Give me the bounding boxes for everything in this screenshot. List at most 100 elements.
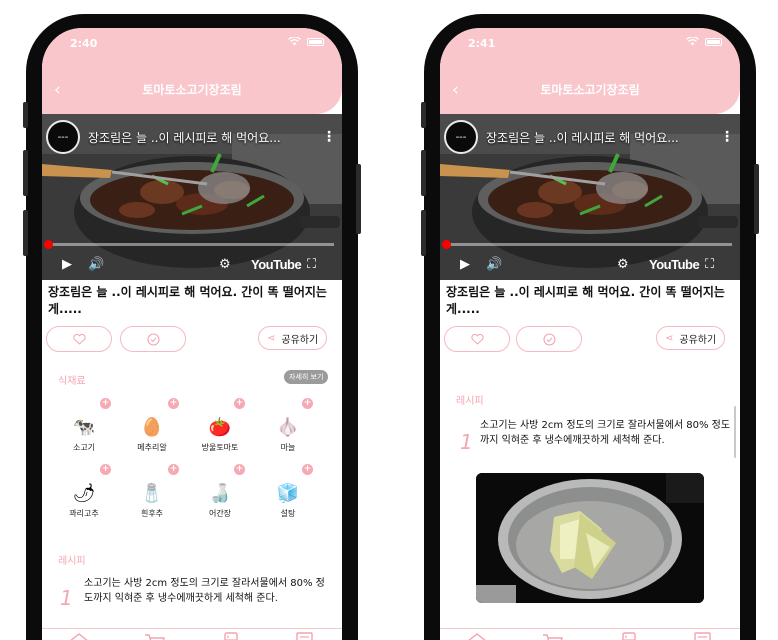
sugar-cube-icon: 🧊 — [276, 483, 300, 504]
recipe-heading: 레시피 — [58, 556, 86, 567]
like-button[interactable] — [444, 326, 510, 352]
ingredient-item[interactable]: 🐄 소고기 — [54, 416, 114, 453]
screen-left: 2:40 ‹ 토마토소고기장조림 --- 장조림은 늘 ..이 레시피로 해 먹… — [42, 28, 342, 640]
ingredient-item[interactable]: 🍶 어간장 — [190, 482, 250, 519]
ingredient-item[interactable]: 🧊 설탕 — [258, 482, 318, 519]
video-title[interactable]: 장조림은 늘 ..이 레시피로 해 먹어요... — [486, 129, 696, 146]
status-time: 2:41 — [468, 37, 496, 50]
video-controls: ▶ 🔊 ⚙ YouTube ⛶ — [440, 254, 740, 274]
power-button — [754, 164, 759, 234]
bookmark-button[interactable] — [120, 326, 186, 352]
add-ingredient-icon[interactable]: + — [168, 464, 179, 475]
add-ingredient-icon[interactable]: + — [234, 464, 245, 475]
recipe-book-icon[interactable] — [692, 632, 714, 640]
add-ingredient-icon[interactable]: + — [302, 398, 313, 409]
more-options-icon[interactable]: ⋮ — [720, 129, 734, 145]
header: 2:40 ‹ 토마토소고기장조림 — [42, 28, 342, 114]
battery-icon — [307, 37, 324, 46]
youtube-player[interactable]: --- 장조림은 늘 ..이 레시피로 해 먹어요... ⋮ ▶ 🔊 ⚙ You… — [440, 114, 740, 280]
video-progress-bar[interactable] — [442, 240, 732, 249]
video-progress-bar[interactable] — [44, 240, 334, 249]
fullscreen-icon[interactable]: ⛶ — [705, 257, 714, 272]
settings-gear-icon[interactable]: ⚙ — [219, 257, 231, 272]
ingredient-item[interactable]: 🌶 꽈리고추 — [54, 482, 114, 519]
settings-gear-icon[interactable]: ⚙ — [617, 257, 629, 272]
like-button[interactable] — [46, 326, 112, 352]
heart-icon — [72, 333, 86, 345]
screen-right: 2:41 ‹ 토마토소고기장조림 --- 장조림은 늘 ..이 레시피로 해 먹… — [440, 28, 740, 640]
channel-avatar[interactable]: --- — [46, 120, 80, 154]
recipe-heading: 레시피 — [456, 396, 484, 407]
pepper-icon: 🌶 — [72, 483, 96, 504]
check-circle-icon — [147, 333, 159, 345]
beef-icon: 🐄 — [72, 417, 96, 438]
share-button[interactable]: ⋖ 공유하기 — [258, 326, 328, 350]
play-icon[interactable]: ▶ — [460, 257, 470, 272]
channel-avatar[interactable]: --- — [444, 120, 478, 154]
step-photo — [476, 473, 704, 603]
video-title-bar: --- 장조림은 늘 ..이 레시피로 해 먹어요... ⋮ — [46, 120, 336, 154]
ingredients-heading: 식재료 — [58, 376, 86, 387]
status-time: 2:40 — [70, 37, 98, 50]
ingredient-name: 방울토마토 — [201, 443, 239, 452]
detail-view-button[interactable]: 자세히 보기 — [284, 370, 329, 384]
share-label: 공유하기 — [281, 334, 319, 346]
recipe-book-icon[interactable] — [294, 632, 316, 640]
video-controls: ▶ 🔊 ⚙ YouTube ⛶ — [42, 254, 342, 274]
heart-icon — [470, 333, 484, 345]
power-button — [356, 164, 361, 234]
recipe-title: 장조림은 늘 ..이 레시피로 해 먹어요. 간이 똑 떨어지는게..... — [446, 285, 725, 316]
mute-switch — [23, 102, 28, 128]
youtube-logo[interactable]: YouTube — [649, 257, 700, 272]
step-text: 소고기는 사방 2cm 정도의 크기로 잘라서물에서 80% 정도까지 익혀준 … — [480, 420, 731, 446]
more-options-icon[interactable]: ⋮ — [322, 129, 336, 145]
scrollbar-thumb[interactable] — [734, 406, 736, 458]
cart-icon[interactable] — [542, 632, 564, 640]
youtube-player[interactable]: --- 장조림은 늘 ..이 레시피로 해 먹어요... ⋮ ▶ 🔊 ⚙ You… — [42, 114, 342, 280]
volume-icon[interactable]: 🔊 — [486, 257, 502, 272]
add-ingredient-icon[interactable]: + — [100, 464, 111, 475]
step-text: 소고기는 사방 2cm 정도의 크기로 잘라서물에서 80% 정도까지 익혀준 … — [84, 578, 325, 604]
add-ingredient-icon[interactable]: + — [168, 398, 179, 409]
ingredient-item[interactable]: 🥚 메추리알 — [122, 416, 182, 453]
ingredient-item[interactable]: 🧄 마늘 — [258, 416, 318, 453]
garlic-icon: 🧄 — [276, 417, 300, 438]
fridge-icon[interactable] — [220, 632, 242, 640]
volume-down-button — [23, 210, 28, 256]
wifi-icon — [288, 37, 301, 46]
youtube-logo[interactable]: YouTube — [251, 257, 302, 272]
ingredient-name: 흰후추 — [140, 509, 164, 518]
home-icon[interactable] — [466, 632, 488, 640]
status-icons — [686, 37, 722, 46]
bookmark-button[interactable] — [516, 326, 582, 352]
recipe-title: 장조림은 늘 ..이 레시피로 해 먹어요. 간이 똑 떨어지는게..... — [48, 285, 327, 316]
ingredient-name: 마늘 — [280, 443, 296, 452]
wifi-icon — [686, 37, 699, 46]
add-ingredient-icon[interactable]: + — [100, 398, 111, 409]
fullscreen-icon[interactable]: ⛶ — [307, 257, 316, 272]
page-title: 토마토소고기장조림 — [142, 83, 242, 97]
play-icon[interactable]: ▶ — [62, 257, 72, 272]
video-title-bar: --- 장조림은 늘 ..이 레시피로 해 먹어요... ⋮ — [444, 120, 734, 154]
cart-icon[interactable] — [144, 632, 166, 640]
ingredient-name: 꽈리고추 — [69, 509, 99, 518]
tomato-icon: 🍅 — [208, 417, 232, 438]
fridge-icon[interactable] — [618, 632, 640, 640]
add-ingredient-icon[interactable]: + — [234, 398, 245, 409]
video-scrubber-knob[interactable] — [442, 240, 451, 249]
header: 2:41 ‹ 토마토소고기장조림 — [440, 28, 740, 114]
video-scrubber-knob[interactable] — [44, 240, 53, 249]
home-icon[interactable] — [68, 632, 90, 640]
add-ingredient-icon[interactable]: + — [302, 464, 313, 475]
ingredient-item[interactable]: 🍅 방울토마토 — [190, 416, 250, 453]
mute-switch — [421, 102, 426, 128]
phone-frame-left: 2:40 ‹ 토마토소고기장조림 --- 장조림은 늘 ..이 레시피로 해 먹… — [23, 14, 361, 640]
video-title[interactable]: 장조림은 늘 ..이 레시피로 해 먹어요... — [88, 129, 298, 146]
volume-icon[interactable]: 🔊 — [88, 257, 104, 272]
ingredient-name: 메추리알 — [137, 443, 167, 452]
share-button[interactable]: ⋖ 공유하기 — [656, 326, 726, 350]
ingredient-name: 어간장 — [208, 509, 232, 518]
action-row: ⋖ 공유하기 — [440, 326, 740, 354]
ingredient-item[interactable]: 🧂 흰후추 — [122, 482, 182, 519]
phone-frame-right: 2:41 ‹ 토마토소고기장조림 --- 장조림은 늘 ..이 레시피로 해 먹… — [421, 14, 759, 640]
